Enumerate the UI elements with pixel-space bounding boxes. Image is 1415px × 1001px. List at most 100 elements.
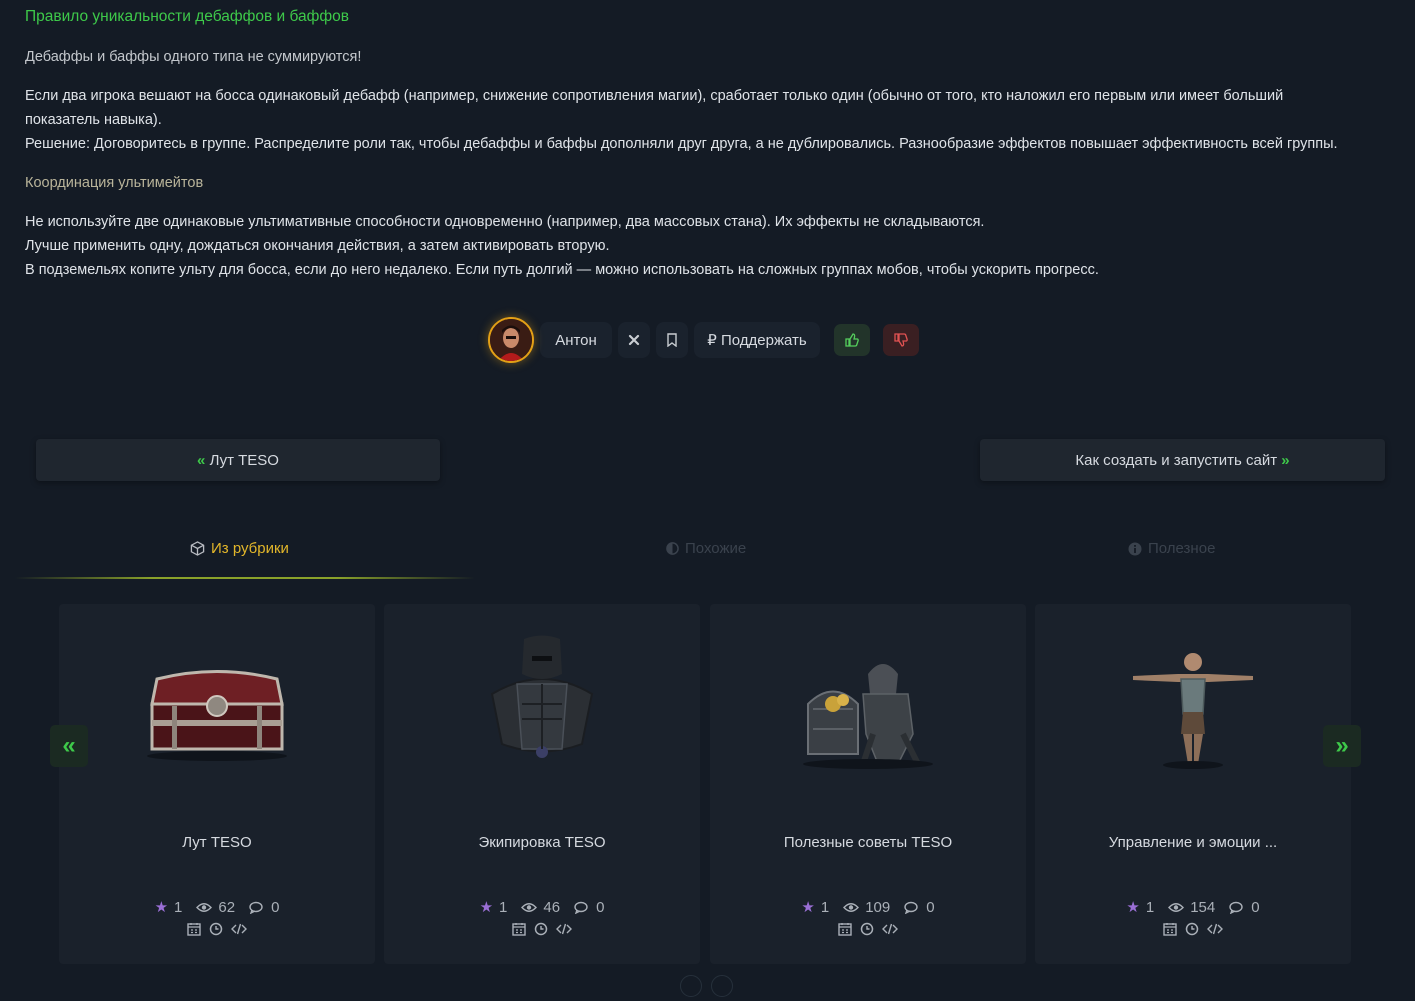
- rating-value: 1: [174, 898, 183, 916]
- comments-icon: [249, 901, 263, 914]
- eye-icon: [1168, 902, 1185, 912]
- card-meta-icons: [1035, 922, 1351, 936]
- thumbs-up-icon[interactable]: [834, 324, 870, 356]
- clock-icon: [534, 922, 548, 936]
- code-icon: [1207, 923, 1223, 935]
- info-circle-icon: [1128, 542, 1142, 555]
- calendar-icon: [187, 923, 201, 936]
- x-icon[interactable]: [618, 322, 650, 358]
- author-bar: Антон ₽ Поддержать: [488, 316, 919, 364]
- paragraph-line: Лучше применить одну, дождаться окончани…: [25, 238, 610, 254]
- star-icon: ★: [1126, 899, 1140, 916]
- tab-label: Из рубрики: [211, 540, 289, 557]
- eye-icon: [521, 902, 538, 912]
- treasure-chest-image: [137, 634, 297, 774]
- paragraph-line: Решение: Договоритесь в группе. Распреде…: [25, 136, 1338, 152]
- active-tab-underline: [15, 577, 475, 579]
- tab-similar[interactable]: Похожие: [666, 540, 746, 557]
- comments-icon: [574, 901, 588, 914]
- article-card[interactable]: Управление и эмоции ... ★ 1 154 0: [1035, 604, 1351, 964]
- comments-value: 0: [596, 898, 605, 916]
- code-icon: [231, 923, 247, 935]
- rating: ★ 1: [479, 898, 508, 917]
- rating: ★ 1: [801, 898, 830, 917]
- code-icon: [556, 923, 572, 935]
- tab-label: Полезное: [1148, 540, 1216, 557]
- paragraph-line: В подземельях копите ульту для босса, ес…: [25, 262, 1099, 278]
- slider-prev-button[interactable]: «: [50, 725, 88, 767]
- prev-arrow: «: [197, 451, 206, 469]
- comments-icon: [1229, 901, 1243, 914]
- article-card[interactable]: Полезные советы TESO ★ 1 109 0: [710, 604, 1026, 964]
- prev-article-button[interactable]: « Лут TESO: [36, 439, 440, 481]
- views-value: 62: [218, 898, 236, 916]
- rating-value: 1: [1145, 898, 1155, 916]
- star-icon: ★: [479, 899, 494, 916]
- views: 46: [521, 898, 560, 916]
- paragraph-1: Если два игрока вешают на босса одинаков…: [25, 84, 1395, 156]
- slider-dot[interactable]: [680, 975, 702, 997]
- code-icon: [882, 923, 898, 935]
- rating: ★ 1: [154, 898, 183, 917]
- card-stats: ★ 1 62 0: [59, 898, 375, 917]
- comments: 0: [574, 898, 604, 916]
- bookmark-icon[interactable]: [656, 322, 688, 358]
- card-stats: ★ 1 154 0: [1035, 898, 1351, 917]
- subheading: Дебаффы и баффы одного типа не суммируют…: [25, 49, 362, 65]
- views: 154: [1168, 898, 1215, 916]
- paragraph-line: Не используйте две одинаковые ультиматив…: [25, 214, 985, 230]
- eye-icon: [843, 902, 860, 912]
- next-arrow: »: [1281, 451, 1290, 469]
- card-stats: ★ 1 46 0: [384, 898, 700, 917]
- card-meta-icons: [59, 922, 375, 936]
- clock-icon: [209, 922, 223, 936]
- rating-value: 1: [820, 898, 830, 916]
- comments-icon: [904, 901, 918, 914]
- half-circle-icon: [666, 542, 679, 555]
- comments: 0: [904, 898, 935, 916]
- author-name[interactable]: Антон: [540, 322, 612, 358]
- comments: 0: [1229, 898, 1260, 916]
- next-article-label: Как создать и запустить сайт: [1075, 451, 1278, 469]
- clock-icon: [1185, 922, 1199, 936]
- article-card[interactable]: Лут TESO ★ 1 62 0: [59, 604, 375, 964]
- section-heading: Правило уникальности дебаффов и баффов: [25, 8, 350, 25]
- calendar-icon: [512, 923, 526, 936]
- rating-value: 1: [499, 898, 508, 916]
- card-meta-icons: [710, 922, 1026, 936]
- comments-value: 0: [1251, 898, 1260, 916]
- slider-dot[interactable]: [711, 975, 733, 997]
- clock-icon: [860, 922, 874, 936]
- knight-with-chest-image: [788, 634, 948, 774]
- rating: ★ 1: [1126, 898, 1155, 917]
- card-title[interactable]: Управление и эмоции ...: [1035, 834, 1351, 851]
- card-title[interactable]: Экипировка TESO: [384, 834, 700, 851]
- next-article-button[interactable]: Как создать и запустить сайт »: [980, 439, 1385, 481]
- comments-value: 0: [926, 898, 935, 916]
- comments: 0: [249, 898, 279, 916]
- tab-label: Похожие: [685, 540, 747, 557]
- views: 109: [843, 898, 890, 916]
- paragraph-line: показатель навыка).: [25, 112, 162, 128]
- views: 62: [196, 898, 235, 916]
- eye-icon: [196, 902, 213, 912]
- prev-article-label: Лут TESO: [209, 451, 279, 469]
- thumbs-down-icon[interactable]: [883, 324, 919, 356]
- subheading: Координация ультимейтов: [25, 175, 204, 191]
- article-card[interactable]: Экипировка TESO ★ 1 46 0: [384, 604, 700, 964]
- support-button[interactable]: ₽ Поддержать: [694, 322, 820, 358]
- cube-icon: [190, 541, 205, 556]
- views-value: 46: [543, 898, 561, 916]
- views-value: 154: [1190, 898, 1216, 916]
- card-title[interactable]: Лут TESO: [59, 834, 375, 851]
- avatar[interactable]: [488, 317, 534, 363]
- dark-armor-image: [462, 634, 622, 774]
- card-meta-icons: [384, 922, 700, 936]
- tab-from-category[interactable]: Из рубрики: [190, 540, 289, 557]
- card-title[interactable]: Полезные советы TESO: [710, 834, 1026, 851]
- t-pose-character-image: [1113, 634, 1273, 774]
- tab-useful[interactable]: Полезное: [1128, 540, 1215, 557]
- slider-next-button[interactable]: »: [1323, 725, 1361, 767]
- star-icon: ★: [154, 899, 169, 916]
- calendar-icon: [1163, 923, 1177, 936]
